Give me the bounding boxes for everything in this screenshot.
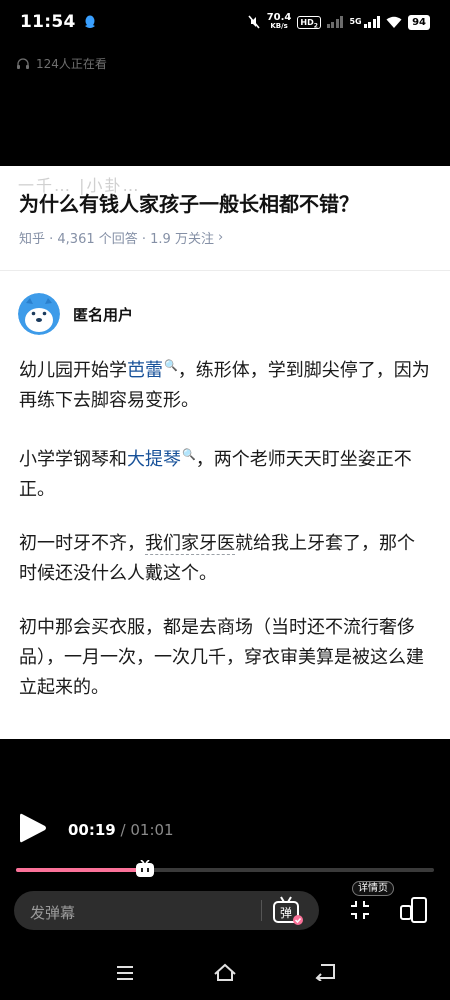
question-title[interactable]: 为什么有钱人家孩子一般长相都不错？	[19, 190, 431, 218]
keyword-link-cello[interactable]: 大提琴	[127, 449, 181, 470]
status-time: 11:54	[20, 12, 76, 32]
danmaku-placeholder: 发弹幕	[30, 904, 76, 922]
question-meta-text: 知乎 · 4,361 个回答 · 1.9 万关注	[19, 232, 214, 247]
author-name[interactable]: 匿名用户	[73, 304, 133, 325]
current-time: 00:19	[68, 821, 116, 839]
danmaku-input[interactable]: 发弹幕 弹	[14, 891, 319, 930]
wifi-icon	[386, 16, 402, 28]
author-row[interactable]: 匿名用户	[0, 271, 450, 335]
question-meta[interactable]: 知乎 · 4,361 个回答 · 1.9 万关注 ›	[19, 228, 431, 247]
duration: 01:01	[130, 821, 174, 839]
answer-body[interactable]: 幼儿园开始学芭蕾🔍，练形体，学到脚尖停了，因为再练下去脚容易变形。 小学学钢琴和…	[0, 335, 450, 703]
hd-badge: HD2	[297, 15, 321, 30]
answer-text: 初一时牙不齐，	[19, 533, 145, 554]
network-type: 5G	[349, 17, 362, 26]
time-separator: /	[120, 821, 126, 839]
answer-text: 幼儿园开始学	[19, 360, 127, 381]
danmaku-toggle-label: 弹	[280, 906, 292, 920]
viewer-count: 124人正在看	[16, 55, 107, 72]
menu-icon[interactable]	[115, 965, 135, 981]
search-icon[interactable]: 🔍	[164, 359, 178, 372]
progress-fill	[16, 868, 146, 872]
home-icon[interactable]	[213, 962, 237, 982]
battery-indicator: 94	[408, 14, 430, 30]
hd-label: HD	[300, 17, 314, 27]
divider	[261, 900, 262, 921]
progress-bar[interactable]	[16, 868, 434, 872]
keyword-link-ballet[interactable]: 芭蕾	[127, 360, 163, 381]
qq-icon	[84, 15, 95, 28]
fullscreen-icon[interactable]	[350, 900, 370, 920]
back-icon[interactable]	[314, 963, 336, 981]
answer-text: 小学学钢琴和	[19, 449, 127, 470]
signal-1-icon	[326, 16, 344, 28]
portrait-mode-icon[interactable]	[400, 897, 428, 923]
answer-paragraph: 初中那会买衣服，都是去商场（当时还不流行奢侈品），一月一次，一次几千，穿衣审美算…	[19, 617, 424, 698]
content-card: 一千… |小卦… 为什么有钱人家孩子一般长相都不错？ 知乎 · 4,361 个回…	[0, 166, 450, 739]
question-header[interactable]: 一千… |小卦… 为什么有钱人家孩子一般长相都不错？ 知乎 · 4,361 个回…	[0, 166, 450, 271]
answer-paragraph: 幼儿园开始学芭蕾🔍，练形体，学到脚尖停了，因为再练下去脚容易变形。	[19, 351, 431, 416]
headphone-icon	[17, 58, 29, 69]
detail-page-label[interactable]: 详情页	[352, 881, 394, 896]
search-icon[interactable]: 🔍	[182, 448, 196, 461]
annotated-text[interactable]: 我们家牙医	[145, 533, 235, 555]
status-icons: 70.4 KB/s HD2 5G 94	[247, 13, 430, 31]
net-speed-value: 70.4	[266, 12, 292, 23]
tv-thumb-icon[interactable]	[135, 860, 155, 878]
status-bar: 11:54 70.4 KB/s HD2 5G 94	[0, 0, 450, 44]
chevron-right-icon: ›	[217, 230, 224, 245]
hd-sub: 2	[313, 22, 318, 30]
answer-paragraph: 初一时牙不齐，我们家牙医就给我上牙套了，那个时候还没什么人戴这个。	[19, 529, 431, 589]
danmaku-toggle-icon[interactable]: 弹	[272, 896, 304, 926]
avatar[interactable]	[18, 293, 60, 335]
mute-icon	[248, 15, 260, 29]
answer-paragraph: 小学学钢琴和大提琴🔍，两个老师天天盯坐姿正不正。	[19, 440, 431, 505]
play-icon[interactable]	[18, 812, 48, 844]
network-speed: 70.4 KB/s	[267, 13, 292, 31]
playback-time: 00:19 / 01:01	[68, 821, 174, 839]
viewer-count-text: 124人正在看	[36, 57, 107, 71]
net-speed-unit: KB/s	[270, 22, 288, 30]
signal-2-icon	[363, 16, 381, 28]
